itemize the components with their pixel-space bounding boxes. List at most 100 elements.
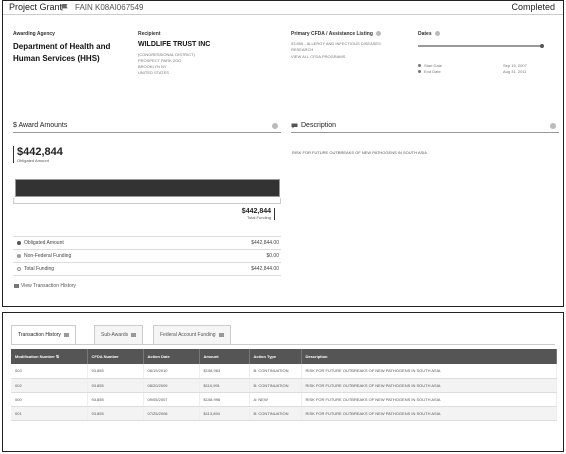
- description-text: RISK FOR FUTURE OUTBREAKS OF NEW PATHOGE…: [292, 150, 427, 155]
- column-header-label: Action Type: [253, 354, 277, 359]
- fain-value: K08AI067549: [95, 3, 144, 12]
- column-header[interactable]: Action Date: [143, 349, 200, 364]
- amount-row-value: $442,844.00: [251, 266, 279, 272]
- amount-row-value: $442,844.00: [251, 240, 279, 246]
- table-cell: 09/05/2007: [143, 392, 200, 407]
- table-cell: B: Continuation: [249, 406, 302, 421]
- recipient-line: UNITED STATES: [138, 70, 169, 75]
- table-row: 002 93.855 08/20/2009 $110,991 B: Contin…: [11, 378, 557, 393]
- info-icon[interactable]: [434, 31, 440, 37]
- table-row: 001 93.855 07/25/2008 $113,894 B: Contin…: [11, 406, 557, 421]
- obligated-amount-bar: [15, 179, 280, 197]
- section-divider: [13, 132, 281, 133]
- table-cell: $108,996: [199, 392, 250, 407]
- amount-row-name: Non-Federal Funding: [24, 253, 72, 259]
- recipient-name[interactable]: WILDLIFE TRUST INC: [138, 38, 210, 51]
- table-cell: $108,963: [199, 364, 250, 379]
- speech-bubble-icon: [291, 123, 298, 129]
- table-cell: 001: [11, 406, 88, 421]
- transactions-table: Modification Number ⇅ CFDA Number Action…: [11, 349, 557, 421]
- table-cell: 003: [11, 364, 88, 379]
- sort-icon[interactable]: ⇅: [56, 354, 59, 359]
- table-cell: $113,894: [199, 406, 250, 421]
- table-icon: [63, 332, 69, 337]
- legend-dot-icon: [17, 241, 21, 245]
- award-summary-panel: Project Grant FAIN K08AI067549 Completed…: [2, 0, 564, 307]
- tab-label: Federal Account Funding: [160, 332, 216, 338]
- column-header-label: Amount: [203, 354, 219, 359]
- table-cell: 08/19/2010: [143, 364, 200, 379]
- column-header-label: Modification Number: [15, 354, 55, 359]
- amount-row: Non-Federal Funding $0.00: [13, 250, 281, 263]
- table-cell: 002: [11, 378, 88, 393]
- award-type-title: Project Grant: [9, 2, 63, 12]
- start-date-row: Start Date Sep 15, 2007: [418, 63, 527, 68]
- table-cell: 93.855: [87, 378, 144, 393]
- total-funding-box: $442,844 Total Funding: [242, 208, 275, 220]
- award-amounts-title: $ Award Amounts: [13, 122, 68, 129]
- table-cell: RISK FOR FUTURE OUTBREAKS OF NEW PATHOGE…: [301, 378, 557, 393]
- total-funding-bar: [13, 198, 281, 204]
- table-icon: [131, 332, 137, 337]
- view-transaction-history-link[interactable]: View Transaction History: [14, 283, 76, 289]
- tab-transaction-history[interactable]: Transaction History: [11, 325, 76, 345]
- fain-text: FAIN K08AI067549: [75, 3, 144, 12]
- table-row: 000 93.855 09/05/2007 $108,996 A: New RI…: [11, 392, 557, 407]
- section-divider: [291, 132, 559, 133]
- cfda-label-text: Primary CFDA / Assistance Listing: [291, 31, 373, 37]
- transactions-panel: Transaction History Sub-Awards Federal A…: [2, 312, 564, 452]
- amount-row: Total Funding $442,844.00: [13, 263, 281, 276]
- table-cell: RISK FOR FUTURE OUTBREAKS OF NEW PATHOGE…: [301, 364, 557, 379]
- column-header[interactable]: Action Type: [249, 349, 302, 364]
- view-transaction-history-text: View Transaction History: [21, 283, 76, 289]
- amount-row: Obligated Amount $442,844.00: [13, 237, 281, 250]
- start-date-value: Sep 15, 2007: [503, 63, 527, 68]
- table-cell: B: Continuation: [249, 378, 302, 393]
- dates-label: Dates: [418, 31, 440, 37]
- awarding-agency-label: Awarding Agency: [13, 31, 55, 37]
- legend-dot-icon: [17, 267, 21, 271]
- obligated-amount-box: $442,844 Obligated Amount: [13, 146, 63, 163]
- tab-sub-awards[interactable]: Sub-Awards: [94, 325, 144, 344]
- cfda-line[interactable]: RESEARCH: [291, 47, 313, 53]
- table-cell: A: New: [249, 392, 302, 407]
- column-header[interactable]: CFDA Number: [87, 349, 144, 364]
- table-header-row: Modification Number ⇅ CFDA Number Action…: [11, 349, 557, 364]
- awarding-agency-name-line2[interactable]: Human Services (HHS): [13, 52, 100, 65]
- info-icon[interactable]: [550, 123, 556, 129]
- legend-dot-icon: [17, 254, 21, 258]
- table-cell: RISK FOR FUTURE OUTBREAKS OF NEW PATHOGE…: [301, 406, 557, 421]
- table-cell: $110,991: [199, 378, 250, 393]
- fain-label: FAIN: [75, 3, 93, 12]
- table-cell: 000: [11, 392, 88, 407]
- amount-row-value: $0.00: [266, 253, 279, 259]
- amount-row-name: Total Funding: [24, 266, 55, 272]
- start-date-label: Start Date: [424, 63, 443, 68]
- total-funding-label: Total Funding: [246, 215, 271, 220]
- total-funding-value: $442,844: [241, 208, 271, 215]
- dates-label-text: Dates: [418, 31, 432, 37]
- obligated-amount-label: Obligated Amount: [17, 158, 49, 163]
- tab-label: Sub-Awards: [101, 332, 129, 338]
- tab-federal-account-funding[interactable]: Federal Account Funding: [153, 325, 231, 344]
- flag-icon: [61, 4, 68, 11]
- award-header: Project Grant FAIN K08AI067549 Completed: [3, 1, 563, 15]
- end-date-row: End Date Aug 31, 2011: [418, 69, 527, 74]
- info-icon[interactable]: [375, 31, 381, 37]
- column-header[interactable]: Description: [301, 349, 557, 364]
- info-icon[interactable]: [272, 123, 278, 129]
- column-header[interactable]: Amount: [199, 349, 250, 364]
- column-header[interactable]: Modification Number ⇅: [11, 349, 88, 364]
- column-header-label: Description: [305, 354, 328, 359]
- end-date-label: End Date: [424, 69, 441, 74]
- tab-divider: [11, 344, 555, 345]
- status-text: Completed: [511, 2, 555, 12]
- view-all-cfda-link[interactable]: VIEW ALL CFDA PROGRAMS: [291, 54, 345, 60]
- table-icon: [218, 332, 224, 337]
- award-amounts-table: Obligated Amount $442,844.00 Non-Federal…: [13, 236, 281, 276]
- progress-end-marker: [540, 44, 544, 48]
- recipient-label: Recipient: [138, 31, 161, 37]
- table-cell: B: Continuation: [249, 364, 302, 379]
- cfda-label: Primary CFDA / Assistance Listing: [291, 31, 381, 37]
- amount-row-name: Obligated Amount: [24, 240, 64, 246]
